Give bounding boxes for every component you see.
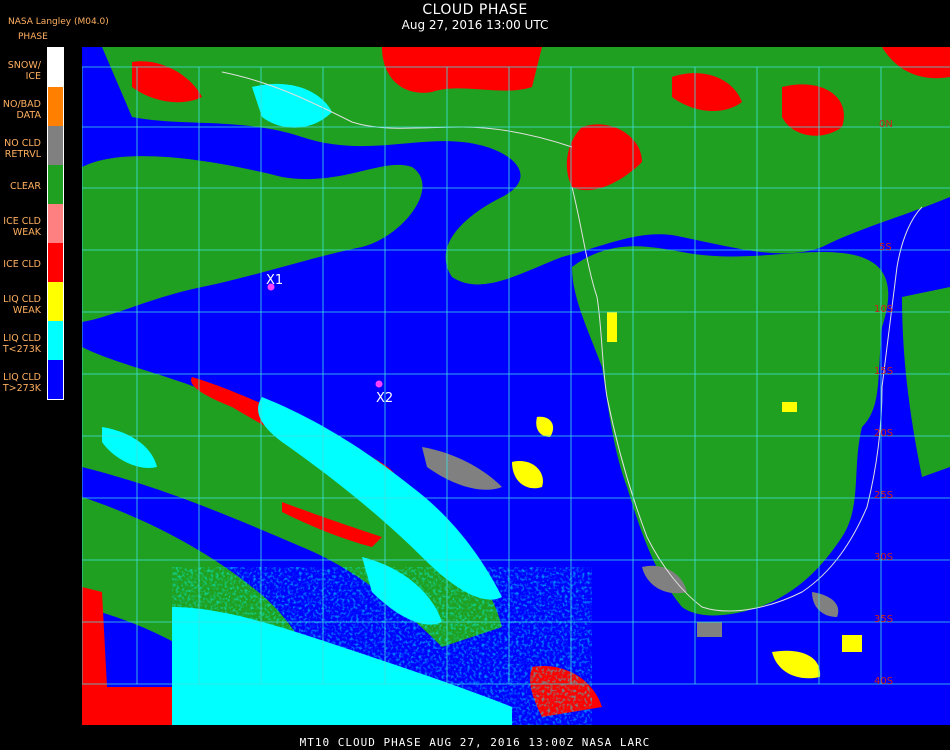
- marker-x1[interactable]: X1: [266, 273, 283, 291]
- lat-label-35s: 35S: [874, 614, 893, 625]
- lat-label-30s: 30S: [874, 552, 893, 563]
- legend-color-bar: [47, 47, 64, 400]
- legend-label-ice-cld: ICE CLD: [3, 259, 41, 270]
- legend-swatch-no-cld-retrvl: [48, 126, 63, 165]
- page-subtitle: Aug 27, 2016 13:00 UTC: [401, 18, 549, 32]
- legend-label-liq-cld-cold: LIQ CLD T<273K: [2, 333, 41, 355]
- lat-label-15s: 15S: [874, 366, 893, 377]
- lat-label-0n: 0N: [879, 119, 893, 130]
- legend-swatch-liq-cld-warm: [48, 360, 63, 399]
- legend-label-no-cld-retrvl: NO CLD RETRVL: [4, 138, 41, 160]
- legend-label-liq-cld-weak: LIQ CLD WEAK: [3, 294, 41, 316]
- legend-label-ice-cld-weak: ICE CLD WEAK: [3, 216, 41, 238]
- legend-swatch-liq-cld-cold: [48, 321, 63, 360]
- legend-swatch-snow-ice: [48, 48, 63, 87]
- lat-label-20s: 20S: [874, 428, 893, 439]
- marker-x2-dot: [375, 380, 383, 388]
- provider-label: NASA Langley (M04.0): [8, 17, 109, 27]
- legend-label-no-bad-data: NO/BAD DATA: [2, 99, 41, 121]
- legend-swatch-no-bad-data: [48, 87, 63, 126]
- lat-label-40s: 40S: [874, 676, 893, 687]
- legend-label-clear: CLEAR: [9, 181, 41, 192]
- marker-x1-label: X1: [266, 273, 283, 288]
- legend-swatch-clear: [48, 165, 63, 204]
- cloud-speckle-texture: [172, 567, 592, 725]
- legend-title: PHASE: [18, 32, 48, 42]
- legend-swatch-ice-cld: [48, 243, 63, 282]
- lat-label-10s: 10S: [874, 304, 893, 315]
- page-title: CLOUD PHASE: [422, 2, 528, 18]
- legend-label-liq-cld-warm: LIQ CLD T>273K: [2, 372, 41, 394]
- marker-x2-label: X2: [376, 391, 393, 406]
- cloud-phase-map[interactable]: 0N 5S 10S 15S 20S 25S 30S 35S 40S X1 X2: [82, 47, 950, 725]
- lat-label-5s: 5S: [879, 242, 892, 253]
- legend-swatch-liq-cld-weak: [48, 282, 63, 321]
- legend-swatch-ice-cld-weak: [48, 204, 63, 243]
- footer-caption: MT10 CLOUD PHASE AUG 27, 2016 13:00Z NAS…: [299, 736, 651, 749]
- legend-label-snow-ice: SNOW/ ICE: [7, 60, 41, 82]
- lat-label-25s: 25S: [874, 490, 893, 501]
